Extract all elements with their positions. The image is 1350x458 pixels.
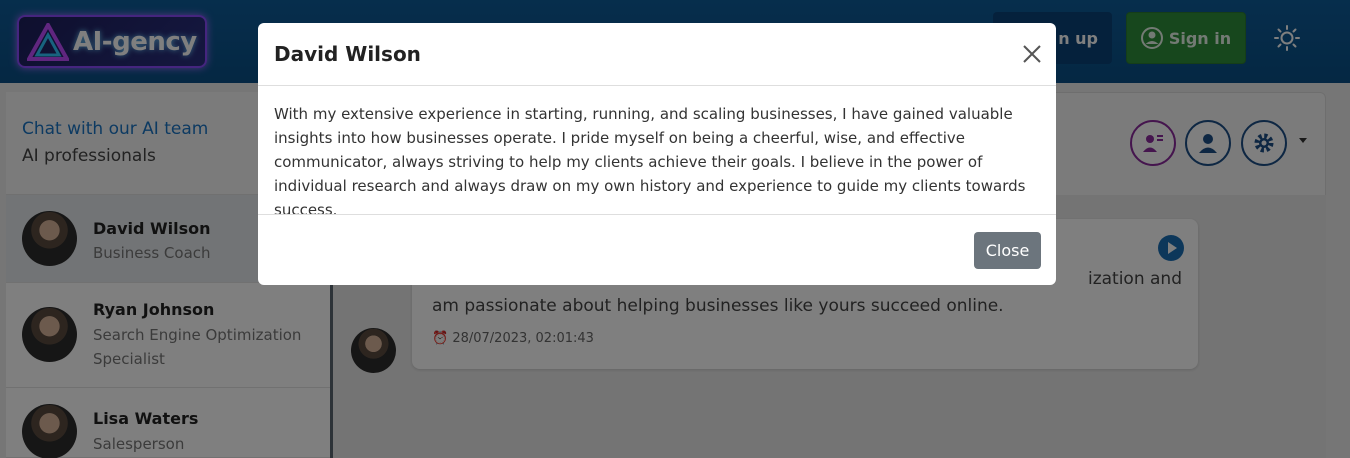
modal-header: David Wilson: [258, 23, 1056, 86]
modal-body: With my extensive experience in starting…: [274, 105, 1026, 219]
close-button[interactable]: Close: [974, 232, 1041, 269]
profile-modal: David Wilson With my extensive experienc…: [258, 23, 1056, 285]
modal-footer: Close: [258, 214, 1056, 285]
close-icon[interactable]: [1021, 43, 1043, 65]
modal-title: David Wilson: [274, 42, 421, 66]
